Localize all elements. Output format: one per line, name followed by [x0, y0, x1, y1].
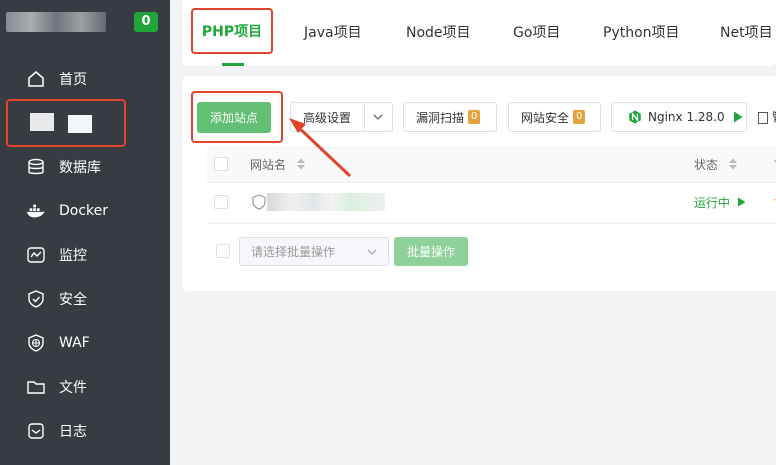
tab-go[interactable]: Go项目 [513, 22, 560, 42]
notification-badge[interactable]: 0 [134, 12, 158, 32]
chevron-down-icon [372, 111, 384, 126]
monitor-icon [26, 245, 46, 265]
sidebar: 0 首页 数据库 Docker 监控 安全 WAF 文件 日志 [0, 0, 170, 465]
log-icon [26, 421, 46, 441]
nginx-version-label: Nginx 1.28.0 [648, 110, 725, 124]
document-icon [758, 111, 768, 124]
add-site-button[interactable]: 添加站点 [197, 102, 271, 133]
security-count-badge: 0 [573, 110, 586, 124]
select-all-checkbox[interactable] [214, 157, 228, 171]
tab-python[interactable]: Python项目 [603, 22, 680, 42]
server-name-masked [6, 12, 106, 32]
site-list-panel: 添加站点 高级设置 漏洞扫描 0 网站安全 0 Nginx 1.28.0 管 网… [182, 76, 776, 291]
sidebar-item-docker[interactable]: Docker [0, 189, 170, 233]
sidebar-item-monitor[interactable]: 监控 [0, 233, 170, 277]
docker-icon [26, 201, 46, 221]
waf-globe-icon [26, 333, 46, 353]
column-header-status[interactable]: 状态 [694, 156, 738, 173]
vuln-scan-button[interactable]: 漏洞扫描 0 [403, 102, 497, 132]
sidebar-item-label: 安全 [59, 292, 87, 308]
sidebar-item-database[interactable]: 数据库 [0, 145, 170, 189]
tab-php[interactable]: PHP项目 [191, 8, 273, 54]
vuln-scan-label: 漏洞扫描 [416, 110, 465, 125]
nginx-button[interactable]: Nginx 1.28.0 [611, 102, 747, 132]
batch-action-select[interactable]: 请选择批量操作 [239, 237, 389, 266]
chevron-down-icon [366, 246, 378, 261]
site-status[interactable]: 运行中 [694, 194, 746, 211]
folder-icon [26, 377, 46, 397]
batch-action-button[interactable]: 批量操作 [394, 237, 468, 266]
column-label: 状态 [694, 158, 719, 172]
play-icon [733, 111, 743, 123]
running-play-icon [737, 196, 746, 210]
toolbar-overflow[interactable]: 管 [758, 108, 776, 125]
sidebar-item-label: 文件 [59, 380, 87, 396]
tab-net[interactable]: Net项目 [720, 22, 773, 42]
sidebar-item-label: 监控 [59, 248, 87, 264]
sidebar-item-label: Docker [59, 203, 109, 219]
row-checkbox[interactable] [214, 195, 228, 209]
vuln-count-badge: 0 [468, 110, 481, 124]
nginx-icon [628, 110, 642, 124]
sidebar-item-label: 日志 [59, 424, 87, 440]
sidebar-header: 0 [0, 0, 170, 48]
status-label: 运行中 [694, 196, 731, 210]
sidebar-item-files[interactable]: 文件 [0, 365, 170, 409]
tab-label: PHP项目 [201, 24, 263, 40]
sidebar-item-waf[interactable]: WAF [0, 321, 170, 365]
tab-node[interactable]: Node项目 [406, 22, 471, 42]
table-row[interactable]: 运行中 · [207, 183, 776, 224]
website-icon-masked [30, 113, 54, 131]
sidebar-item-label: 数据库 [59, 160, 101, 176]
sidebar-item-label: 首页 [59, 72, 87, 88]
sidebar-item-security[interactable]: 安全 [0, 277, 170, 321]
sort-icon [728, 158, 738, 173]
active-tab-indicator [222, 63, 244, 66]
batch-select-placeholder: 请选择批量操作 [251, 245, 336, 259]
site-name-masked[interactable] [267, 193, 385, 211]
overflow-label: 管 [772, 110, 776, 124]
tab-java[interactable]: Java项目 [304, 22, 362, 42]
batch-select-all-checkbox[interactable] [216, 244, 230, 258]
annotation-arrow-icon [289, 118, 352, 178]
shield-icon [26, 289, 46, 309]
dropdown-divider [364, 103, 365, 131]
site-security-button[interactable]: 网站安全 0 [508, 102, 601, 132]
database-icon [26, 157, 46, 177]
sidebar-item-logs[interactable]: 日志 [0, 409, 170, 453]
sidebar-item-home[interactable]: 首页 [0, 57, 170, 101]
sidebar-item-label: WAF [59, 335, 90, 351]
home-icon [26, 69, 46, 89]
site-security-label: 网站安全 [521, 110, 570, 125]
website-label-masked [68, 115, 92, 133]
waf-shield-icon [252, 194, 266, 214]
sidebar-item-website-highlighted[interactable] [6, 99, 126, 147]
project-tabs: PHP项目 Java项目 Node项目 Go项目 Python项目 Net项目 [182, 0, 776, 66]
